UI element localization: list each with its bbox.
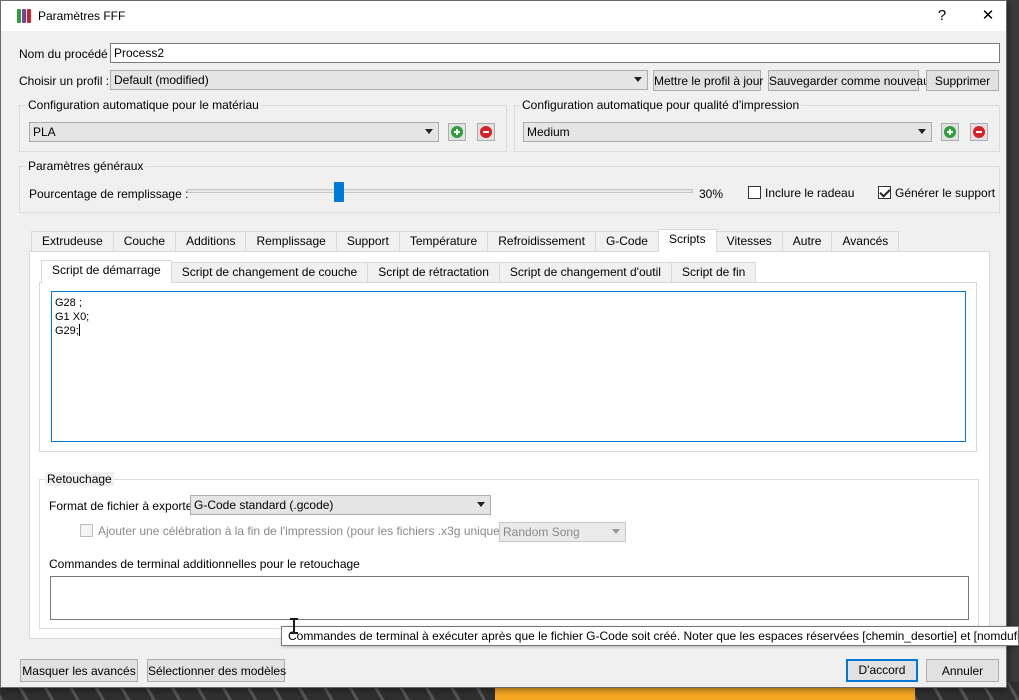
profile-label: Choisir un profil : (19, 74, 110, 88)
material-select[interactable]: PLA (29, 122, 439, 142)
process-name-label: Nom du procédé : (19, 47, 115, 61)
update-profile-button[interactable]: Mettre le profil à jour (653, 70, 763, 91)
script-line: G28 ; (55, 297, 82, 309)
chevron-down-icon (425, 129, 433, 134)
infill-value: 30% (699, 187, 724, 201)
song-select-value: Random Song (503, 525, 580, 539)
save-new-profile-button[interactable]: Sauvegarder comme nouveau (768, 70, 930, 91)
script-tab-script-de-changement-de-couche[interactable]: Script de changement de couche (170, 262, 369, 282)
terminal-commands-tooltip: Commandes de terminal à exécuter après q… (281, 626, 1019, 646)
celebration-checkbox[interactable] (80, 524, 93, 537)
script-editor[interactable]: G28 ; G1 X0; G29; (51, 291, 966, 442)
infill-slider-thumb[interactable] (333, 182, 344, 202)
support-label: Générer le support (895, 186, 996, 200)
quality-group-title: Configuration automatique pour qualité d… (520, 98, 802, 112)
fff-settings-dialog: Paramètres FFF ? ✕ Nom du procédé : Proc… (0, 0, 1007, 688)
text-cursor-icon (289, 618, 298, 634)
general-group-title: Paramètres généraux (26, 159, 146, 173)
remove-material-button[interactable] (477, 123, 495, 141)
help-button[interactable]: ? (919, 1, 965, 31)
infill-slider-track[interactable] (187, 189, 693, 193)
tab-additions[interactable]: Additions (175, 231, 247, 251)
window-title: Paramètres FFF (38, 9, 126, 23)
title-bar: Paramètres FFF ? ✕ (1, 1, 1006, 31)
script-tab-script-de-fin[interactable]: Script de fin (670, 262, 757, 282)
tab-couche[interactable]: Couche (112, 231, 177, 251)
raft-label: Inclure le radeau (765, 186, 855, 200)
chevron-down-icon (918, 129, 926, 134)
export-format-label: Format de fichier à exporter (49, 499, 197, 513)
add-quality-button[interactable] (941, 123, 959, 141)
ok-button[interactable]: D'accord (846, 659, 918, 682)
export-format-select[interactable]: G-Code standard (.gcode) (190, 495, 491, 515)
script-line: G1 X0; (55, 311, 90, 323)
script-tab-script-de-demarrage[interactable]: Script de démarrage (41, 260, 172, 283)
tab-refroidissement[interactable]: Refroidissement (487, 231, 596, 251)
raft-checkbox[interactable] (748, 186, 761, 199)
main-tabbar: Extrudeuse Couche Additions Remplissage Supp… (31, 229, 900, 252)
tab-g-code[interactable]: G-Code (594, 231, 659, 251)
profile-select-value: Default (modified) (114, 73, 209, 87)
remove-quality-button[interactable] (970, 123, 988, 141)
script-tab-script-de-changement-d-outil[interactable]: Script de changement d'outil (498, 262, 672, 282)
support-checkbox[interactable] (878, 186, 891, 199)
export-format-value: G-Code standard (.gcode) (194, 498, 334, 512)
text-caret (78, 324, 80, 336)
material-select-value: PLA (33, 125, 56, 139)
tab-avances[interactable]: Avancés (831, 231, 900, 251)
close-button[interactable]: ✕ (965, 1, 1011, 31)
script-tab-script-de-retractation[interactable]: Script de rétractation (367, 262, 500, 282)
tab-support[interactable]: Support (335, 231, 400, 251)
script-line: G29; (55, 325, 79, 337)
tab-remplissage[interactable]: Remplissage (245, 231, 337, 251)
profile-select[interactable]: Default (modified) (110, 70, 648, 90)
hide-advanced-button[interactable]: Masquer les avancés (20, 659, 138, 682)
cancel-button[interactable]: Annuler (926, 659, 999, 682)
post-processing-group-title: Retouchage (45, 472, 114, 486)
tab-autre[interactable]: Autre (781, 231, 833, 251)
tab-temperature[interactable]: Température (398, 231, 489, 251)
chevron-down-icon (634, 77, 642, 82)
app-icon (17, 9, 31, 23)
add-material-button[interactable] (448, 123, 466, 141)
quality-select[interactable]: Medium (523, 122, 932, 142)
select-models-button[interactable]: Sélectionner des modèles (147, 659, 286, 682)
material-group-title: Configuration automatique pour le matéri… (26, 98, 261, 112)
delete-profile-button[interactable]: Supprimer (926, 70, 999, 91)
celebration-label: Ajouter une célébration à la fin de l'im… (98, 524, 531, 538)
infill-label: Pourcentage de remplissage : (29, 187, 189, 201)
quality-select-value: Medium (527, 125, 570, 139)
tab-vitesses[interactable]: Vitesses (715, 231, 783, 251)
song-select[interactable]: Random Song (499, 522, 626, 542)
chevron-down-icon (612, 529, 620, 534)
script-tabbar: Script de démarrage Script de changement … (41, 260, 757, 283)
terminal-commands-input[interactable] (50, 576, 969, 620)
chevron-down-icon (477, 502, 485, 507)
process-name-input[interactable]: Process2 (110, 43, 1000, 63)
terminal-commands-label: Commandes de terminal additionnelles pou… (49, 557, 360, 571)
tab-scripts[interactable]: Scripts (657, 229, 717, 252)
tab-extrudeuse[interactable]: Extrudeuse (31, 231, 114, 251)
